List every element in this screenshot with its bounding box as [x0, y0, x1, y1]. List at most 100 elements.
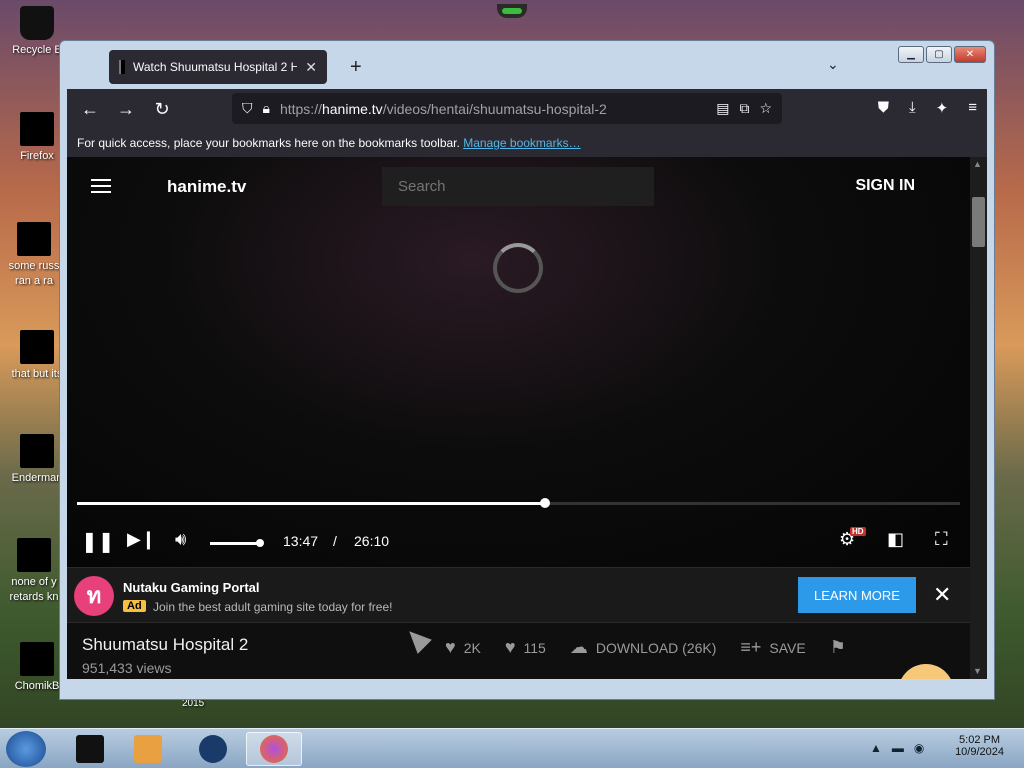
file-icon — [20, 330, 54, 364]
ad-banner[interactable]: ท Nutaku Gaming Portal Ad Join the best … — [67, 567, 970, 623]
firefox-icon — [20, 112, 54, 146]
show-hidden-icon[interactable]: ▲ — [870, 741, 882, 755]
start-button-icon[interactable] — [6, 731, 46, 767]
video-actions: ♥ 2K ♥ 115 ☁ DOWNLOAD (26K) ≡+ SAVE ⚑ — [445, 637, 846, 658]
system-tray: ▲ ▬ ◉ — [870, 741, 924, 755]
duration: 26:10 — [354, 533, 390, 549]
video-title: Shuumatsu Hospital 2 — [82, 635, 249, 654]
loading-spinner-icon — [493, 243, 543, 293]
menu-icon[interactable]: ≡ — [968, 99, 977, 117]
network-icon[interactable]: ▬ — [892, 741, 904, 755]
taskbar-item-media[interactable] — [120, 732, 176, 766]
scrollbar-thumb[interactable] — [972, 197, 985, 247]
volume-icon[interactable]: ◉ — [914, 741, 924, 755]
scroll-down-icon[interactable]: ▼ — [973, 666, 982, 676]
nutaku-logo-icon: ท — [74, 576, 114, 616]
heart-icon: ♥ — [445, 637, 456, 657]
scroll-up-icon[interactable]: ▲ — [973, 159, 982, 169]
back-icon[interactable]: ← — [72, 99, 108, 120]
shield-icon[interactable]: ⛉ — [242, 100, 253, 117]
clock-time: 5:02 PM — [959, 734, 1001, 746]
video-player[interactable]: ❚❚ ▶❙ 🔊︎ 13:47 / 26:10 ⚙ HD ◧ ⛶ — [67, 157, 970, 567]
broken-heart-icon: ♥ — [504, 637, 516, 657]
reload-icon[interactable]: ↻ — [144, 99, 180, 120]
app-icon — [76, 735, 104, 763]
desktop-icon-label: some russ ran a ra — [8, 260, 60, 287]
close-window-button[interactable]: ✕ — [954, 46, 986, 63]
report-button[interactable]: ⚑ — [830, 637, 846, 658]
like-button[interactable]: ♥ 2K — [445, 637, 481, 658]
extensions-icon[interactable]: ✦ — [936, 99, 949, 117]
ad-title: Nutaku Gaming Portal — [123, 580, 260, 595]
dislike-button[interactable]: ♥ 115 — [505, 637, 546, 658]
ad-close-icon[interactable]: ✕ — [933, 582, 951, 608]
like-count: 2K — [463, 639, 481, 656]
learn-more-button[interactable]: LEARN MORE — [798, 577, 916, 613]
site-logo[interactable]: hanime.tv — [167, 177, 246, 197]
volume-slider[interactable] — [210, 539, 264, 547]
time-separator: / — [333, 533, 337, 549]
firefox-icon — [260, 735, 288, 763]
hamburger-menu-icon[interactable] — [91, 179, 111, 193]
bookmarks-hint: For quick access, place your bookmarks h… — [77, 136, 460, 150]
download-button[interactable]: ☁ DOWNLOAD (26K) — [570, 637, 717, 658]
tab-close-icon[interactable]: ✕ — [305, 59, 317, 76]
video-progress-bar[interactable] — [77, 498, 960, 508]
new-tab-button[interactable]: + — [350, 56, 362, 79]
url-prefix: https:// — [279, 100, 322, 117]
maximize-button[interactable]: ▢ — [926, 46, 952, 63]
ad-tag-badge: Ad — [123, 600, 146, 612]
reader-view-icon[interactable]: ▤ — [716, 100, 729, 117]
save-label: SAVE — [769, 639, 806, 656]
desktop-icon-file-russ[interactable]: some russ ran a ra — [2, 222, 66, 289]
file-icon — [17, 538, 51, 572]
sign-in-button[interactable]: SIGN IN — [855, 177, 915, 195]
url-host: hanime.tv — [321, 100, 383, 117]
fullscreen-icon[interactable]: ⛶ — [935, 529, 948, 550]
cloud-download-icon: ☁ — [569, 637, 588, 657]
tab-favicon-icon — [119, 60, 125, 74]
taskbar-item-3[interactable] — [185, 732, 241, 766]
bookmarks-toolbar: For quick access, place your bookmarks h… — [67, 129, 987, 157]
ad-description: Join the best adult gaming site today fo… — [153, 600, 393, 614]
mini-player-icon[interactable]: ◧ — [887, 529, 904, 550]
manage-bookmarks-link[interactable]: Manage bookmarks… — [463, 136, 580, 150]
tab-bar: Watch Shuumatsu Hospital 2 H ✕ + ⌄ — [67, 46, 927, 88]
bookmark-star-icon[interactable]: ☆ — [759, 100, 772, 117]
taskbar-item-1[interactable] — [62, 732, 118, 766]
file-icon — [20, 434, 54, 468]
downloads-icon[interactable]: ⤓ — [909, 99, 916, 117]
site-header: hanime.tv SIGN IN — [67, 157, 970, 213]
page-scrollbar[interactable]: ▲ ▼ — [970, 157, 987, 679]
file-icon — [20, 642, 54, 676]
list-tabs-button[interactable]: ⌄ — [827, 56, 839, 73]
pocket-icon[interactable]: ⛊ — [878, 99, 889, 117]
search-input[interactable] — [382, 167, 654, 206]
progress-knob[interactable] — [539, 498, 550, 508]
taskbar-item-firefox[interactable] — [246, 732, 302, 766]
lock-icon[interactable]: 🔒︎ — [263, 100, 270, 117]
pause-icon[interactable]: ❚❚ — [81, 529, 115, 554]
pip-icon[interactable]: ⧉ — [739, 100, 749, 117]
volume-icon[interactable]: 🔊︎ — [175, 529, 186, 550]
clock[interactable]: 5:02 PM 10/9/2024 — [955, 734, 1004, 758]
hd-badge: HD — [850, 527, 866, 536]
url-path: /videos/hentai/shuumatsu-hospital-2 — [382, 100, 607, 117]
save-button[interactable]: ≡+ SAVE — [740, 637, 805, 658]
browser-window: ▁ ▢ ✕ Watch Shuumatsu Hospital 2 H ✕ + ⌄… — [59, 40, 995, 700]
app-icon — [199, 735, 227, 763]
tab-active[interactable]: Watch Shuumatsu Hospital 2 H ✕ — [109, 50, 327, 84]
page-content: ❚❚ ▶❙ 🔊︎ 13:47 / 26:10 ⚙ HD ◧ ⛶ hanime.t… — [67, 157, 970, 679]
nav-bar: ← → ↻ ⛉ 🔒︎ https://hanime.tv/videos/hent… — [67, 89, 987, 129]
recycle-bin-icon — [20, 6, 54, 40]
url-bar[interactable]: ⛉ 🔒︎ https://hanime.tv/videos/hentai/shu… — [232, 93, 782, 124]
desktop-icon-file-none[interactable]: none of y retards kn — [2, 538, 66, 605]
player-controls: ❚❚ ▶❙ 🔊︎ 13:47 / 26:10 ⚙ HD ◧ ⛶ — [67, 523, 970, 563]
dislike-count: 115 — [523, 639, 546, 656]
taskbar: ▲ ▬ ◉ 5:02 PM 10/9/2024 — [0, 728, 1024, 768]
next-icon[interactable]: ▶❙ — [127, 529, 156, 550]
media-player-icon — [134, 735, 162, 763]
forward-icon[interactable]: → — [108, 99, 144, 120]
url-text[interactable]: https://hanime.tv/videos/hentai/shuumats… — [280, 101, 706, 117]
download-label: DOWNLOAD (26K) — [595, 639, 717, 656]
